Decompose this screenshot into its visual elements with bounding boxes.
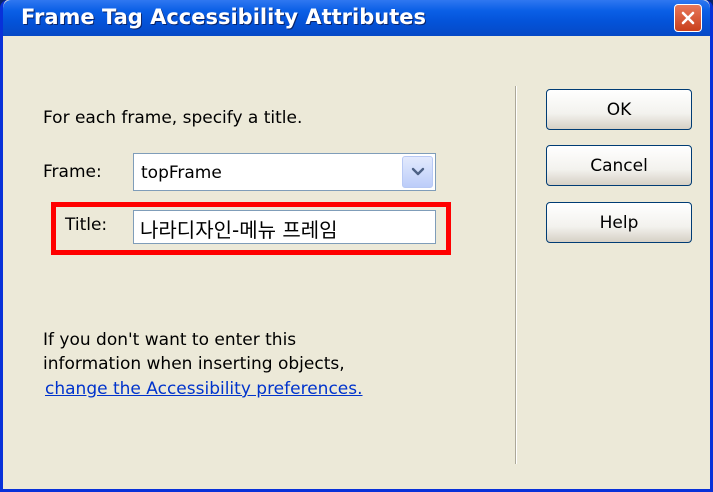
frame-dropdown-button[interactable] (402, 156, 433, 188)
frame-select-value: topFrame (141, 163, 222, 183)
ok-button[interactable]: OK (546, 89, 692, 130)
help-button[interactable]: Help (546, 202, 692, 243)
accessibility-preferences-link[interactable]: change the Accessibility preferences. (45, 379, 363, 399)
cancel-button[interactable]: Cancel (546, 145, 692, 186)
close-icon (681, 11, 695, 25)
instruction-text: For each frame, specify a title. (43, 108, 303, 128)
chevron-down-icon (411, 167, 424, 176)
info-text-line-1: If you don't want to enter this (43, 330, 297, 350)
vertical-divider (515, 86, 517, 464)
close-button[interactable] (674, 4, 702, 32)
info-text-line-2: information when inserting objects, (43, 354, 345, 374)
dialog-content: For each frame, specify a title. Frame: … (3, 36, 710, 489)
frame-label: Frame: (43, 162, 102, 182)
title-highlight-box (51, 202, 451, 255)
frame-select[interactable]: topFrame (133, 153, 436, 191)
dialog-title: Frame Tag Accessibility Attributes (21, 5, 426, 29)
title-bar[interactable]: Frame Tag Accessibility Attributes (3, 0, 710, 36)
dialog-window: Frame Tag Accessibility Attributes For e… (0, 0, 713, 492)
